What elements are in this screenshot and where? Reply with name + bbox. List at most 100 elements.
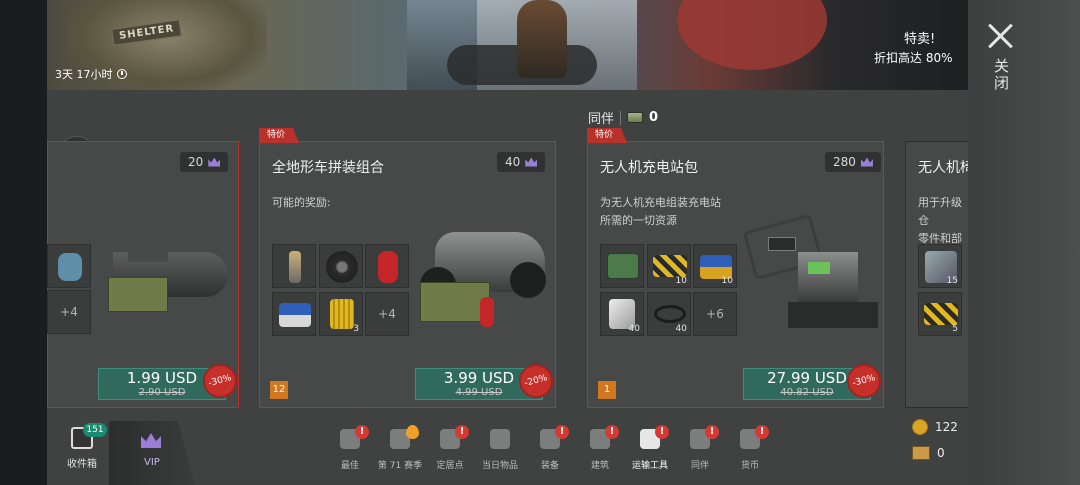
level-badge: 1 — [598, 381, 616, 399]
reward-slot — [272, 244, 316, 288]
reward-slot: 40 — [647, 292, 691, 336]
bottom-nav: 151 收件箱 VIP ! 最佳 第 71 赛季 ! 定居点 当日物品 ! 装备… — [47, 421, 968, 485]
vip-points: 40 — [505, 155, 521, 169]
crate-value: 0 — [937, 446, 945, 460]
atv-image — [420, 212, 550, 332]
reward-slot — [47, 244, 91, 288]
sale-title: 特卖! — [904, 32, 936, 47]
reward-slot — [319, 244, 363, 288]
crate-icon — [653, 255, 687, 277]
more-rewards: +4 — [47, 290, 91, 334]
slot-qty: 3 — [353, 324, 359, 334]
alert-icon: ! — [555, 425, 569, 439]
nav-equipment[interactable]: ! 装备 — [525, 425, 575, 481]
alert-icon: ! — [355, 425, 369, 439]
nav-building[interactable]: ! 建筑 — [575, 425, 625, 481]
card-desc-line1: 为无人机充电组装充电站 — [600, 196, 721, 209]
wire-icon — [654, 305, 686, 323]
flame-icon — [490, 429, 510, 449]
nav-transport[interactable]: ! 运输工具 — [625, 425, 675, 481]
more-rewards: +6 — [693, 292, 737, 336]
vip-label: VIP — [144, 457, 160, 468]
nav-label: 当日物品 — [481, 461, 518, 471]
vip-points: 20 — [188, 155, 204, 169]
slot-qty: 10 — [721, 276, 733, 286]
oil-filter-icon — [330, 299, 354, 329]
crown-icon — [525, 157, 538, 167]
crown-icon — [208, 157, 221, 167]
sale-banner[interactable]: SHELTER — [47, 0, 968, 90]
nav-daily[interactable]: 当日物品 — [475, 425, 525, 481]
water-tank-icon — [58, 253, 82, 281]
vip-points-badge: 20 — [180, 152, 229, 172]
alert-icon: ! — [605, 425, 619, 439]
card-desc: 为无人机充电组装充电站 所需的一切资源 — [600, 194, 721, 230]
battery-icon — [279, 303, 311, 327]
right-panel — [968, 0, 1080, 485]
inbox-badge: 151 — [83, 423, 107, 437]
card-desc-line1: 用于升级仓 — [918, 196, 962, 227]
special-tag: 特价 — [259, 128, 300, 143]
spark-plug-icon — [289, 251, 301, 283]
alert-icon: ! — [655, 425, 669, 439]
reward-slot: 40 — [600, 292, 644, 336]
sale-timer: 3天 17小时 — [55, 66, 127, 82]
nav-label: 第 71 赛季 — [377, 461, 423, 471]
slot-qty: 15 — [946, 276, 958, 286]
banner-stop-sign-art — [677, 0, 827, 70]
offer-card-boat[interactable]: 20 +4 1.99 USD 2.90 USD -30% — [47, 141, 241, 408]
tire-icon — [326, 251, 358, 283]
crate-icon — [912, 446, 930, 460]
card-desc: 可能的奖励: — [272, 196, 331, 209]
nav-season[interactable]: 第 71 赛季 — [375, 425, 425, 481]
crown-icon — [860, 157, 873, 167]
reward-slot — [272, 292, 316, 336]
slot-qty: 40 — [628, 324, 640, 334]
flame-badge-icon — [406, 425, 419, 439]
timer-text: 3天 17小时 — [55, 68, 113, 81]
card-title: 无人机充电站包 — [600, 160, 698, 176]
close-label[interactable]: 关闭 — [988, 58, 1012, 92]
nav-label: 建筑 — [590, 461, 609, 471]
banner-survivor-art — [517, 0, 567, 78]
reward-slot: 10 — [647, 244, 691, 288]
alert-icon: ! — [755, 425, 769, 439]
offer-card-drone-upgrade[interactable]: 无人机椅 用于升级仓 零件和部件 15 5 — [905, 141, 968, 408]
boat-image — [108, 222, 228, 312]
divider — [620, 110, 622, 125]
companion-counter: 同伴 0 — [588, 108, 658, 127]
offer-card-atv[interactable]: 特价 全地形车拼装组合 40 可能的奖励: 3 +4 3.99 USD 4.99… — [259, 128, 557, 408]
offer-card-drone-station[interactable]: 特价 无人机充电站包 280 为无人机充电组装充电站 所需的一切资源 10 10… — [587, 128, 885, 408]
alert-icon: ! — [455, 425, 469, 439]
fire-extinguisher-icon — [378, 251, 398, 283]
reward-slot: 3 — [319, 292, 363, 336]
nav-label: 货币 — [740, 461, 759, 471]
circuit-board-icon — [607, 253, 639, 279]
nav-settlement[interactable]: ! 定居点 — [425, 425, 475, 481]
coin-value: 122 — [935, 420, 958, 434]
nav-best[interactable]: ! 最佳 — [325, 425, 375, 481]
nav-currency[interactable]: ! 货币 — [725, 425, 775, 481]
reward-slot — [600, 244, 644, 288]
inbox-label: 收件箱 — [67, 459, 97, 470]
nav-label: 定居点 — [436, 461, 464, 471]
cash-icon — [627, 112, 644, 123]
reward-slot: 5 — [918, 292, 962, 336]
nav-companion[interactable]: ! 同伴 — [675, 425, 725, 481]
nav-label: 运输工具 — [631, 461, 668, 471]
shop-screen: SHELTER 3天 17小时 特卖! 折扣高达 80% 关闭 同伴 0 20 … — [0, 0, 1080, 485]
coin-icon — [912, 419, 928, 435]
card-desc-line2: 所需的一切资源 — [600, 214, 677, 227]
nav-label: 同伴 — [690, 461, 709, 471]
reward-slot — [365, 244, 409, 288]
coin-balance: 122 — [912, 419, 958, 435]
alert-icon: ! — [705, 425, 719, 439]
drone-station-image — [742, 213, 878, 342]
slot-qty: 40 — [675, 324, 687, 334]
inbox-tab[interactable]: 151 收件箱 — [57, 423, 107, 481]
close-icon[interactable] — [986, 22, 1014, 50]
card-title: 无人机椅 — [918, 160, 968, 176]
companion-value: 0 — [649, 110, 659, 125]
special-tag: 特价 — [587, 128, 628, 143]
vip-tab[interactable]: VIP — [109, 421, 195, 485]
